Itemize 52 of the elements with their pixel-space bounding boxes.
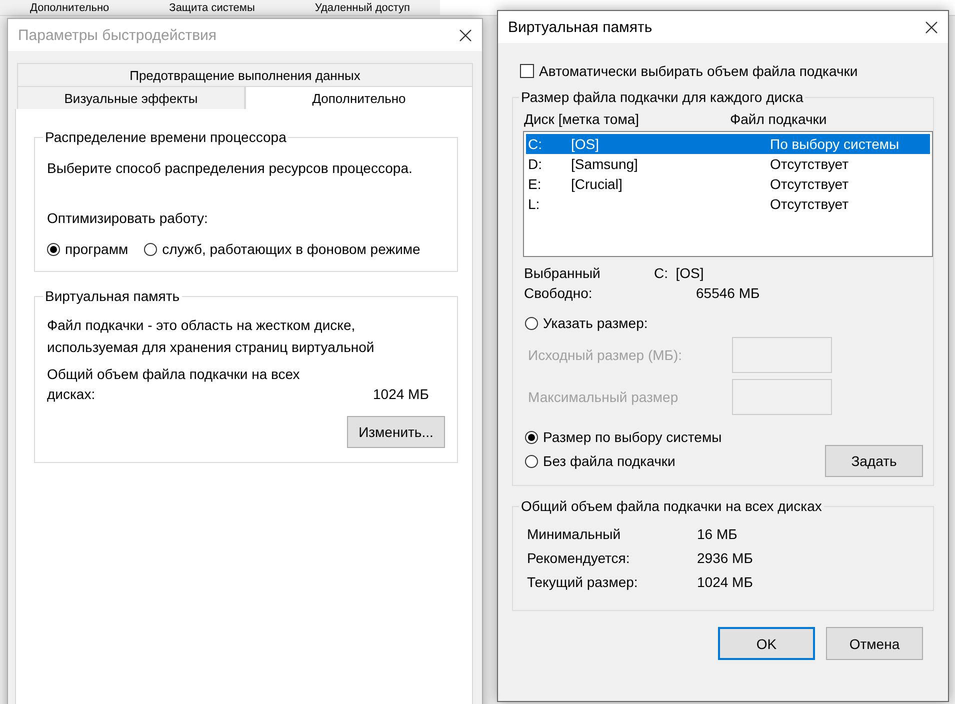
radio-option[interactable]: служб, работающих в фоновом режиме bbox=[144, 241, 420, 257]
tab[interactable]: Удаленный доступ bbox=[284, 0, 440, 15]
total-label: Общий объем файла подкачки на всех дисках: bbox=[47, 365, 301, 404]
prompt-label: Оптимизировать работу: bbox=[47, 209, 209, 228]
tab[interactable]: Предотвращение выполнения данных bbox=[17, 63, 473, 86]
total-row-value: 2936 МБ bbox=[697, 550, 754, 566]
window-title: Виртуальная память bbox=[508, 18, 652, 36]
tab[interactable]: Дополнительно bbox=[245, 86, 473, 109]
tab[interactable]: Визуальные эффекты bbox=[17, 86, 245, 109]
group-title: Размер файла подкачки для каждого диска bbox=[520, 89, 804, 105]
tab[interactable]: Дополнительно bbox=[0, 0, 140, 15]
window-title: Параметры быстродействия bbox=[18, 26, 217, 44]
total-row-label: Минимальный bbox=[527, 526, 622, 542]
dialog-button[interactable]: OK bbox=[718, 627, 815, 660]
free-value: 65546 МБ bbox=[695, 285, 761, 301]
group-title: Виртуальная память bbox=[44, 288, 181, 304]
description-text: Выберите способ распределения ресурсов процессора. bbox=[47, 159, 414, 178]
total-value: 1024 МБ bbox=[373, 385, 429, 404]
radio-option[interactable]: Указать размер: bbox=[525, 315, 648, 331]
drive-row[interactable]: C: [OS] По выбору системы bbox=[526, 134, 930, 154]
drive-row[interactable]: E: [Crucial] Отсутствует bbox=[526, 174, 930, 194]
dialog-button[interactable]: Отмена bbox=[826, 627, 923, 660]
total-row-label: Рекомендуется: bbox=[527, 550, 631, 566]
group-title: Распределение времени процессора bbox=[44, 129, 288, 145]
selected-value: C: [OS] bbox=[654, 265, 705, 281]
group-title: Общий объем файла подкачки на всех дисках bbox=[520, 498, 823, 514]
auto-size-checkbox[interactable]: Автоматически выбирать объем файла подкачки bbox=[520, 63, 934, 79]
radio-circle[interactable] bbox=[144, 242, 158, 256]
free-label: Свободно: bbox=[524, 285, 594, 301]
column-header: Файл подкачки bbox=[730, 111, 828, 127]
radio-circle[interactable] bbox=[525, 454, 538, 468]
radio-circle[interactable] bbox=[525, 430, 538, 444]
radio-circle[interactable] bbox=[47, 242, 60, 256]
set-button[interactable]: Задать bbox=[825, 445, 923, 477]
radio-option[interactable]: программ bbox=[47, 241, 128, 257]
selected-label: Выбранный bbox=[524, 265, 602, 281]
total-row-value: 1024 МБ bbox=[697, 574, 754, 590]
change-button[interactable]: Изменить... bbox=[347, 416, 445, 448]
radio-circle[interactable] bbox=[525, 316, 538, 330]
field-label: Исходный размер (МБ): bbox=[528, 347, 684, 363]
radio-option[interactable]: Без файла подкачки bbox=[525, 453, 676, 469]
tab[interactable]: Защита системы bbox=[139, 0, 285, 15]
description-text: Файл подкачки - это область на жестком диске, используемая для хранения страниц виртуальной bbox=[47, 316, 376, 357]
close-icon[interactable] bbox=[925, 20, 938, 34]
total-row-value: 16 МБ bbox=[697, 526, 738, 542]
column-header: Диск [метка тома] bbox=[524, 111, 640, 127]
total-row-label: Текущий размер: bbox=[527, 574, 639, 590]
drive-row[interactable]: L: Отсутствует bbox=[526, 194, 930, 214]
close-icon[interactable] bbox=[459, 28, 472, 42]
field-label: Максимальный размер bbox=[528, 389, 680, 405]
radio-option[interactable]: Размер по выбору системы bbox=[525, 429, 722, 445]
drive-row[interactable]: D: [Samsung] Отсутствует bbox=[526, 154, 930, 174]
